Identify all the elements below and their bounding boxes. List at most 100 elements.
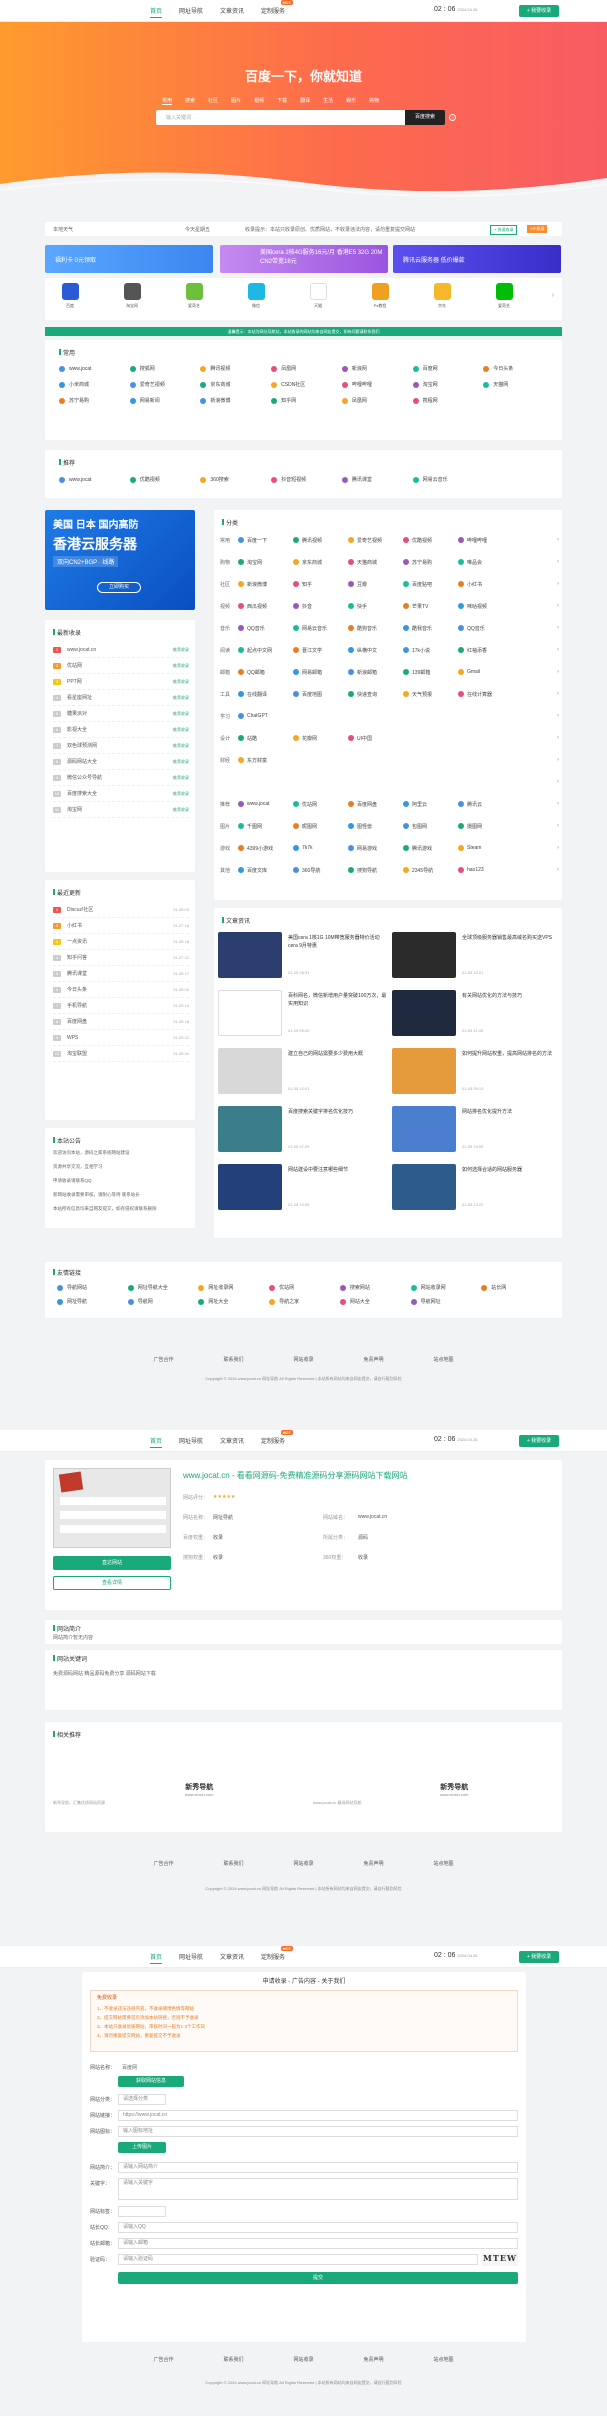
quick-submit-button[interactable]: + 快速收录: [490, 225, 518, 235]
site-link[interactable]: 网址导航大全: [127, 1284, 199, 1291]
email-input[interactable]: 请输入邮箱: [118, 2238, 518, 2249]
chevron-right-icon[interactable]: ›: [557, 823, 559, 829]
category-select[interactable]: 请选择分类: [118, 2094, 166, 2105]
footer-link[interactable]: 网站收录: [293, 2356, 313, 2363]
promo-banner-3[interactable]: 腾讯云服务器 低价爆款: [393, 245, 561, 273]
site-url-input[interactable]: https://www.jocat.cn: [118, 2110, 518, 2121]
rank-row[interactable]: 9 微信公众号导航 推荐收录: [53, 770, 189, 786]
article-item[interactable]: 百科网名，微信新增用户量突破100万次，最实用知识 01-05 09:40: [218, 990, 393, 1038]
visit-site-button[interactable]: 直达网站: [53, 1556, 171, 1570]
category-name[interactable]: 音乐: [220, 625, 238, 632]
category-name[interactable]: 学习: [220, 713, 238, 720]
rank-row[interactable]: 11 淘宝网 推荐收录: [53, 802, 189, 818]
category-link[interactable]: 在线翻译: [238, 691, 293, 698]
category-link[interactable]: QQ音乐: [458, 625, 513, 632]
site-link[interactable]: 搜索网站: [339, 1284, 411, 1291]
site-link[interactable]: 网址大全: [198, 1298, 269, 1305]
footer-link[interactable]: 免责声明: [364, 1356, 384, 1363]
search-tab[interactable]: 翻译: [300, 97, 310, 105]
search-tab[interactable]: 购物: [369, 97, 379, 105]
category-link[interactable]: 千图网: [238, 823, 293, 830]
footer-link[interactable]: 联系我们: [223, 1356, 243, 1363]
rank-row[interactable]: 3 一点资讯 01-08 18: [53, 934, 189, 950]
footer-link[interactable]: 站点地图: [434, 1860, 454, 1867]
category-link[interactable]: 网易云音乐: [293, 625, 348, 632]
promo-banner-2[interactable]: 美国cera 2核4G服务16元/月 香港E5 32G 20M CN2带宽18元: [220, 245, 388, 273]
site-link[interactable]: 搜狐网: [129, 365, 201, 372]
captcha-image[interactable]: MTEW: [482, 2253, 518, 2266]
search-tab[interactable]: 搜索: [185, 97, 195, 105]
category-name[interactable]: 推荐: [220, 801, 238, 808]
category-link[interactable]: 酷我音乐: [403, 625, 458, 632]
detail-button[interactable]: 查看详情: [53, 1576, 171, 1590]
qq-input[interactable]: 请输入QQ: [118, 2222, 518, 2233]
site-link[interactable]: 网址收录网: [198, 1284, 269, 1291]
chevron-right-icon[interactable]: ›: [557, 625, 559, 631]
category-link[interactable]: 优站网: [293, 801, 348, 808]
chevron-right-icon[interactable]: ›: [557, 603, 559, 609]
category-name[interactable]: 工具: [220, 691, 238, 698]
site-link[interactable]: 导航网址: [410, 1298, 482, 1305]
category-link[interactable]: 优酷视频: [403, 537, 458, 544]
category-link[interactable]: 豆瓣: [348, 581, 403, 588]
rank-row[interactable]: 6 影视大全 推荐收录: [53, 722, 189, 738]
rank-row[interactable]: 9 WPS 01-05 22: [53, 1030, 189, 1046]
category-link[interactable]: 2345导航: [403, 867, 458, 874]
site-link[interactable]: CSDN社区: [271, 381, 342, 388]
category-link[interactable]: 爱奇艺视频: [348, 537, 403, 544]
ad-banner[interactable]: 美国 日本 国内高防 香港云服务器 双向CN2+BGP · 线路 立即购买: [45, 510, 195, 610]
rank-row[interactable]: 5 糖果派对 推荐收录: [53, 706, 189, 722]
category-link[interactable]: 4399小游戏: [238, 845, 293, 852]
category-link[interactable]: 淘宝网: [238, 559, 293, 566]
nav-home[interactable]: 首页: [150, 1952, 163, 1964]
notice-item[interactable]: 本站所有信息均来自网友提交，如有侵权请联系删除: [53, 1206, 189, 1220]
hot-site[interactable]: 淘宝网: [117, 283, 147, 309]
search-button[interactable]: 百度搜索: [405, 110, 445, 125]
upload-image-button[interactable]: 上传图片: [118, 2142, 166, 2153]
nav-custom[interactable]: 定制服务 HOT: [261, 1430, 294, 1448]
chevron-right-icon[interactable]: ›: [552, 292, 554, 299]
search-tab[interactable]: 娱乐: [346, 97, 356, 105]
site-link[interactable]: 天猫网: [483, 381, 554, 388]
chevron-right-icon[interactable]: ›: [557, 559, 559, 565]
article-item[interactable]: 有关网站优化的方法与技巧 01-05 11:30: [392, 990, 567, 1038]
category-link[interactable]: www.jocat: [238, 801, 293, 808]
site-link[interactable]: 百度网: [412, 365, 484, 372]
footer-link[interactable]: 站点地图: [434, 1356, 454, 1363]
site-link[interactable]: www.jocat: [59, 365, 130, 372]
category-link[interactable]: 昵图网: [293, 823, 348, 830]
article-item[interactable]: 百度搜索关键字排名优化技巧 01-05 07:29: [218, 1106, 393, 1154]
category-link[interactable]: 红袖添香: [458, 647, 513, 654]
category-link[interactable]: 咪咕视频: [458, 603, 513, 610]
site-link[interactable]: 网址导航: [57, 1298, 128, 1305]
category-link[interactable]: 快递查询: [348, 691, 403, 698]
site-link[interactable]: 优站网: [269, 1284, 340, 1291]
site-link[interactable]: 知乎网: [271, 397, 342, 404]
submit-button[interactable]: 提交: [118, 2272, 518, 2284]
ad-buy-button[interactable]: 立即购买: [97, 582, 141, 593]
hot-site[interactable]: 爱奇艺: [489, 283, 519, 309]
category-link[interactable]: 纵横中文: [348, 647, 403, 654]
site-link[interactable]: 哔哩哔哩: [341, 381, 413, 388]
category-link[interactable]: 抖音: [293, 603, 348, 610]
search-tab[interactable]: 视频: [254, 97, 264, 105]
article-item[interactable]: 建立自己的网站需要多少费用大概 01-05 12:01: [218, 1048, 393, 1096]
category-name[interactable]: 社区: [220, 581, 238, 588]
category-link[interactable]: 图怪兽: [348, 823, 403, 830]
article-item[interactable]: 全球顶级服务器销售最高域名购买送VPS 01-05 10:21: [392, 932, 567, 980]
category-name[interactable]: 游戏: [220, 845, 238, 852]
rank-row[interactable]: 3 PPT网 推荐收录: [53, 674, 189, 690]
nav-home[interactable]: 首页: [150, 1436, 163, 1448]
rank-row[interactable]: 8 源码网站大全 推荐收录: [53, 754, 189, 770]
category-link[interactable]: 百度文库: [238, 867, 293, 874]
rank-row[interactable]: 7 手机导航 01-05 19: [53, 998, 189, 1014]
vip-button[interactable]: VIP收录: [527, 225, 548, 233]
captcha-input[interactable]: 请输入验证码: [118, 2254, 478, 2265]
related-logo[interactable]: 新秀导航 www.xinxiu.com: [185, 1782, 213, 1797]
chevron-right-icon[interactable]: ›: [557, 647, 559, 653]
article-item[interactable]: 网站建设中要注意哪些细节 01-05 10:05: [218, 1164, 393, 1212]
category-link[interactable]: 百度一下: [238, 537, 293, 544]
chevron-right-icon[interactable]: ›: [557, 757, 559, 763]
site-link[interactable]: 站长网: [481, 1284, 552, 1291]
category-link[interactable]: 京东商城: [293, 559, 348, 566]
